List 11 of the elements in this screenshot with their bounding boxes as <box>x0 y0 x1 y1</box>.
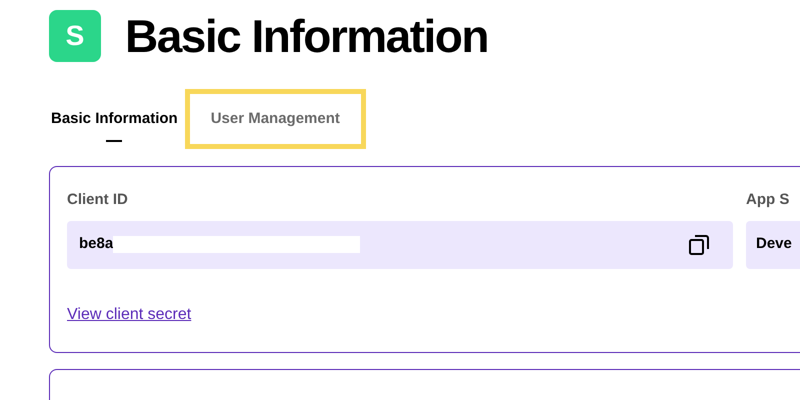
tab[interactable]: Basic Information <box>51 89 178 149</box>
client-id-value: be8a <box>79 234 114 254</box>
copy-icon[interactable] <box>687 232 711 256</box>
tab[interactable]: User Management <box>184 89 366 149</box>
page-title: Basic Information <box>125 13 488 59</box>
app-status-label: App S <box>746 190 790 210</box>
app-icon: S <box>49 10 101 62</box>
app-status-value: Deve <box>756 234 792 254</box>
active-tab-indicator <box>106 140 122 142</box>
view-client-secret-link[interactable]: View client secret <box>67 302 192 326</box>
client-id-label: Client ID <box>67 190 129 210</box>
